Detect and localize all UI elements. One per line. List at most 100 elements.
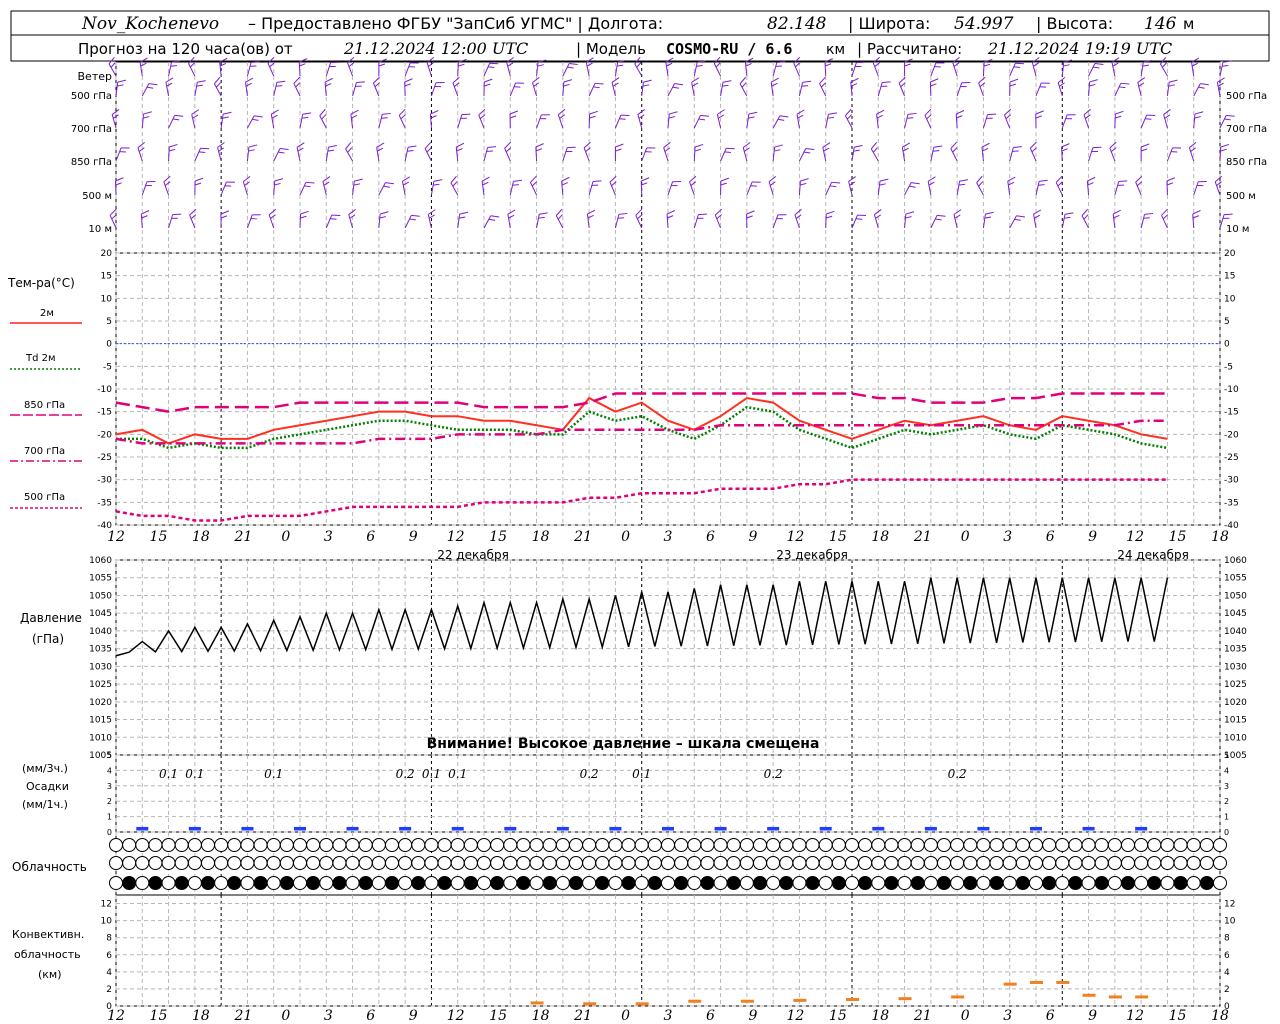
wind-barb-staff: [772, 214, 779, 229]
alt-value: 146: [1144, 14, 1177, 34]
wind-barb: [772, 115, 789, 129]
wind-barb-flag: [1140, 143, 1150, 148]
wind-barb-flag: [615, 143, 624, 148]
wind-barb-flag: [1110, 147, 1117, 153]
wind-barb: [772, 144, 784, 162]
cloud-circle: [240, 876, 255, 890]
cloud-circle: [358, 838, 373, 852]
cloud-circle: [1107, 876, 1122, 890]
wind-barb-flag: [453, 82, 460, 87]
cloud-circle: [1147, 876, 1162, 890]
wind-barb-flag: [245, 77, 254, 83]
wind-barb: [693, 114, 709, 129]
wind-barb-flag: [902, 147, 909, 152]
wind-barb-staff: [714, 214, 722, 229]
wind-barb: [663, 141, 671, 162]
wind-barb-flag: [1120, 82, 1130, 85]
hour-label: 12: [1126, 1008, 1144, 1024]
wind-barb: [1009, 215, 1026, 229]
wind-barb-flag: [539, 212, 548, 215]
model-unit: км: [826, 42, 845, 58]
cloud-circle: [253, 856, 268, 870]
cloud-labels: Облачность: [12, 860, 87, 874]
wind-barb: [189, 208, 197, 229]
hour-label: 3: [324, 1008, 333, 1024]
temp-tick-left: 0: [106, 340, 112, 350]
wind-barb-staff: [956, 82, 963, 97]
wind-barb-flag: [1222, 217, 1230, 219]
wind-barb: [299, 181, 315, 196]
precip-bar: [451, 826, 464, 831]
wind-barb-flag: [459, 211, 469, 215]
calc-time: 21.12.2024 19:19 UTC: [987, 39, 1172, 58]
wind-barb: [796, 109, 805, 129]
wind-barb: [296, 142, 305, 162]
cloud-circle: [201, 856, 215, 870]
precip-tick-right: 2: [1224, 797, 1229, 806]
wind-barb-flag: [482, 181, 489, 186]
cloud-circle: [713, 876, 728, 890]
wind-barb-flag: [353, 183, 361, 186]
wind-barb-flag: [956, 115, 963, 119]
wind-barb: [273, 178, 284, 196]
cloud-circle: [1199, 856, 1214, 870]
precip-label: 0.2: [580, 767, 599, 781]
wind-barb: [115, 147, 130, 162]
cloud-circle: [937, 876, 951, 890]
wind-barb-flag: [117, 84, 124, 87]
hour-label: 15: [829, 1008, 847, 1024]
wind-barb-flag: [1172, 147, 1181, 149]
wind-barb: [246, 115, 263, 129]
wind-barb-staff: [1193, 114, 1196, 129]
wind-barb: [588, 110, 598, 129]
cloud-circle: [253, 876, 268, 890]
wind-barb-flag: [585, 147, 591, 153]
wind-barb: [220, 210, 230, 229]
wind-barb-flag: [377, 147, 384, 152]
wind-barb: [378, 211, 389, 229]
wind-barb-flag: [351, 114, 358, 119]
temp-tick-right: -35: [1224, 498, 1239, 508]
wind-barb-staff: [667, 83, 676, 97]
cloud-circle: [1002, 876, 1017, 890]
cloud-circle: [1186, 838, 1201, 852]
cloud-circle: [647, 856, 662, 870]
cloud-circle: [1068, 838, 1083, 852]
cloud-circle: [109, 856, 123, 870]
wind-barb-flag: [222, 116, 229, 119]
wind-barb-flag: [802, 80, 812, 83]
hour-label: 3: [1003, 1008, 1012, 1024]
cloud-circle: [1015, 838, 1030, 852]
wind-barb: [1009, 62, 1024, 77]
wind-barb: [404, 145, 417, 162]
wind-barb-flag: [672, 181, 682, 183]
wind-barb-flag: [714, 208, 722, 216]
wind-barb-flag: [905, 216, 912, 219]
wind-barb: [455, 142, 465, 162]
hour-label: 0: [621, 1008, 630, 1024]
wind-barb-flag: [690, 181, 697, 186]
wind-barb-flag: [692, 82, 699, 87]
cloud-circle: [923, 838, 938, 852]
cloud-circle: [135, 876, 150, 890]
wind-barb: [557, 108, 566, 129]
wind-barb-staff: [457, 114, 463, 129]
cloud-circle: [411, 876, 426, 890]
cloud-circle: [1029, 856, 1043, 870]
wind-barb: [1112, 209, 1121, 229]
cloud-circle: [266, 876, 281, 890]
wind-barb-flag: [1217, 82, 1224, 87]
wind-barb: [930, 214, 946, 229]
wind-barb-flag: [646, 147, 656, 149]
wind-barb-staff: [1035, 82, 1042, 97]
wind-barb-flag: [1012, 150, 1019, 152]
cloud-circle: [477, 856, 491, 870]
wind-barb-flag: [486, 150, 493, 152]
wind-barb-staff: [115, 147, 122, 162]
hour-label: 0: [621, 529, 630, 545]
temp-tick-left: -15: [97, 408, 112, 418]
wind-barb-flag: [356, 81, 365, 84]
wind-barb: [1061, 212, 1074, 229]
wind-barb: [1057, 77, 1066, 97]
cloud-circle: [739, 838, 754, 852]
